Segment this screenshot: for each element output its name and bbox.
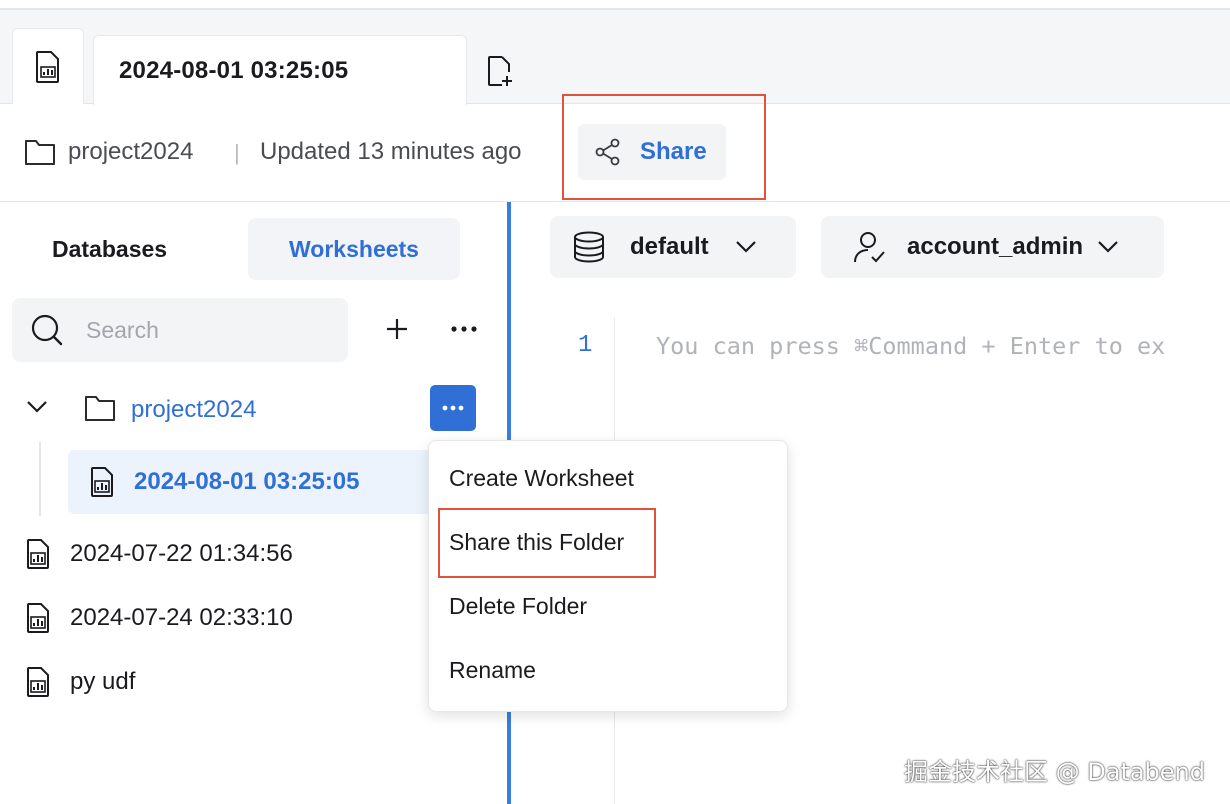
tab-databases[interactable]: Databases (52, 236, 167, 263)
tab-active-worksheet[interactable]: 2024-08-01 03:25:05 (93, 35, 467, 105)
tree-item[interactable]: py udf (26, 665, 135, 699)
tree-item-label: 2024-07-24 02:33:10 (70, 604, 293, 631)
worksheet-chart-icon (27, 667, 49, 697)
database-select-label: default (630, 233, 709, 260)
highlight-box-share (562, 94, 766, 200)
tree-guide-line (39, 442, 41, 516)
add-button[interactable] (382, 314, 412, 344)
database-icon (574, 231, 604, 263)
worksheet-chart-icon (36, 50, 59, 83)
search-input[interactable] (86, 316, 316, 344)
folder-icon (24, 138, 56, 171)
breadcrumb-folder[interactable]: project2024 (68, 138, 193, 166)
tree-item-label: py udf (70, 668, 136, 695)
user-check-icon (854, 232, 885, 263)
role-select-label: account_admin (907, 233, 1084, 260)
tree-item[interactable]: 2024-07-24 02:33:10 (26, 601, 293, 635)
menu-item-delete-folder[interactable]: Delete Folder (449, 593, 587, 620)
search-icon (31, 314, 63, 346)
plus-icon (387, 319, 407, 339)
worksheet-chart-icon (91, 467, 113, 497)
tab-worksheets-label: Worksheets (289, 235, 419, 262)
worksheet-chart-icon (27, 539, 49, 569)
worksheet-list-tab[interactable] (12, 28, 84, 104)
menu-item-rename[interactable]: Rename (449, 657, 536, 684)
file-plus-icon (488, 56, 512, 86)
database-select[interactable]: default (550, 216, 796, 278)
sidebar-more-button[interactable] (448, 314, 480, 344)
folder-more-button[interactable] (430, 385, 476, 431)
tree-item-selected[interactable]: 2024-08-01 03:25:05 (68, 450, 438, 514)
more-horizontal-icon (451, 326, 477, 332)
chevron-down-icon (1098, 241, 1118, 253)
tree-item-label: 2024-08-01 03:25:05 (134, 468, 360, 495)
line-number: 1 (578, 332, 593, 359)
new-worksheet-button[interactable] (484, 55, 516, 87)
folder-collapse-toggle[interactable] (26, 400, 48, 419)
updated-time: Updated 13 minutes ago (260, 138, 522, 165)
more-horizontal-icon (442, 405, 464, 411)
highlight-box-share-folder (438, 508, 656, 578)
chevron-down-icon (27, 401, 47, 413)
watermark: 掘金技术社区 @ Databend (904, 758, 1206, 786)
tree-item[interactable]: 2024-07-22 01:34:56 (26, 537, 293, 571)
tree-item-label: 2024-07-22 01:34:56 (70, 540, 293, 567)
tree-folder-label[interactable]: project2024 (131, 396, 256, 424)
tab-worksheets[interactable]: Worksheets (248, 218, 460, 280)
tab-title: 2024-08-01 03:25:05 (119, 56, 349, 84)
menu-item-create-worksheet[interactable]: Create Worksheet (449, 465, 634, 492)
breadcrumb-separator: | (234, 140, 240, 165)
tree-folder-icon (84, 394, 116, 427)
editor-placeholder[interactable]: You can press ⌘Command + Enter to ex (656, 332, 1165, 360)
search-box[interactable] (12, 298, 348, 362)
role-select[interactable]: account_admin (821, 216, 1164, 278)
chevron-down-icon (735, 241, 756, 253)
worksheet-chart-icon (27, 603, 49, 633)
